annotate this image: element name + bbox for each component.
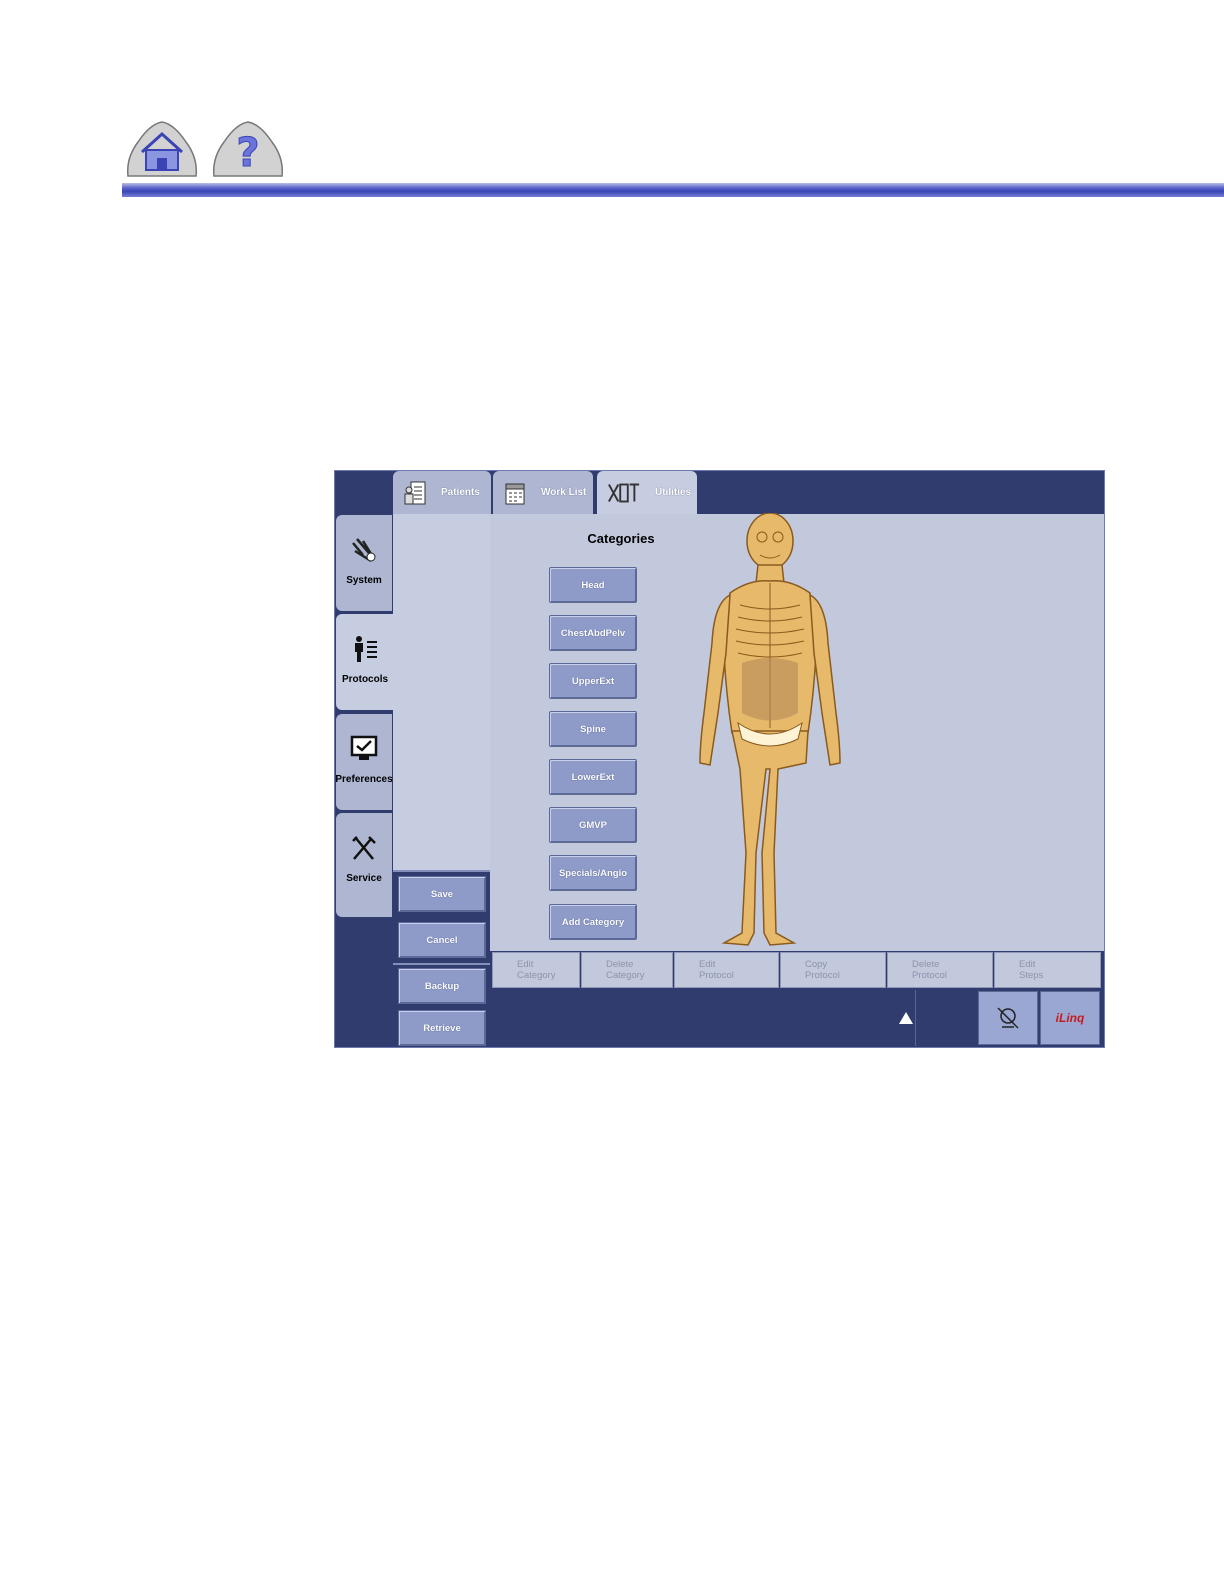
sidebar-item-service[interactable]: Service (336, 813, 392, 917)
category-specials-angio-button[interactable]: Specials/Angio (549, 855, 637, 891)
wrench-screwdriver-icon (352, 836, 376, 860)
status-bar-right (915, 990, 978, 1046)
status-bar (492, 990, 914, 1046)
category-lowerext-button[interactable]: LowerExt (549, 759, 637, 795)
add-category-button[interactable]: Add Category (549, 904, 637, 940)
sidebar-item-protocols[interactable]: Protocols (336, 614, 394, 710)
categories-title: Categories (587, 531, 655, 546)
app-window: Patients Work List Utilities System Prot… (334, 470, 1105, 1048)
svg-text:?: ? (236, 130, 259, 176)
edit-steps-button[interactable]: Edit Steps (994, 952, 1101, 988)
copy-protocol-button[interactable]: Copy Protocol (780, 952, 886, 988)
edit-category-button[interactable]: Edit Category (492, 952, 580, 988)
save-button[interactable]: Save (398, 876, 486, 912)
divider (393, 870, 490, 872)
iling-logo: iLinq (1055, 1011, 1085, 1025)
protocol-person-icon (355, 636, 377, 662)
header-rule (122, 183, 1224, 197)
category-head-button[interactable]: Head (549, 567, 637, 603)
iling-button[interactable]: iLinq (1040, 991, 1100, 1045)
category-gmvp-button[interactable]: GMVP (549, 807, 637, 843)
tools-icon (608, 483, 640, 502)
divider (393, 963, 490, 965)
protocol-list-panel[interactable] (393, 514, 490, 870)
system-tools-icon (352, 538, 376, 563)
patient-chart-icon (404, 481, 426, 504)
no-radiation-icon (997, 1007, 1019, 1029)
category-spine-button[interactable]: Spine (549, 711, 637, 747)
anatomy-body-image[interactable] (690, 513, 850, 949)
monitor-check-icon (350, 735, 378, 760)
edit-protocol-button[interactable]: Edit Protocol (674, 952, 779, 988)
delete-protocol-button[interactable]: Delete Protocol (887, 952, 993, 988)
sidebar-item-label: Preferences (335, 774, 393, 785)
tab-work-list[interactable]: Work List (493, 471, 593, 514)
sidebar-item-label: System (346, 575, 382, 586)
delete-category-button[interactable]: Delete Category (581, 952, 673, 988)
retrieve-button[interactable]: Retrieve (398, 1010, 486, 1046)
home-icon (126, 121, 198, 177)
sidebar-item-preferences[interactable]: Preferences (335, 714, 393, 810)
category-upperext-button[interactable]: UpperExt (549, 663, 637, 699)
tab-label: Work List (541, 487, 587, 498)
home-button[interactable] (124, 118, 200, 180)
tab-label: Patients (441, 487, 480, 498)
backup-button[interactable]: Backup (398, 968, 486, 1004)
calendar-icon (505, 483, 525, 504)
category-chestabdpelv-button[interactable]: ChestAbdPelv (549, 615, 637, 651)
sidebar-item-label: Service (346, 873, 382, 884)
question-mark-icon: ? (212, 121, 284, 177)
sidebar-item-system[interactable]: System (336, 515, 392, 611)
tab-patients[interactable]: Patients (393, 471, 491, 514)
cancel-button[interactable]: Cancel (398, 922, 486, 958)
help-button[interactable]: ? (210, 118, 286, 180)
tab-utilities[interactable]: Utilities (597, 471, 697, 514)
tab-label: Utilities (655, 487, 692, 498)
up-arrow-icon[interactable] (899, 1012, 913, 1024)
sidebar-item-label: Protocols (341, 674, 389, 685)
no-radiation-button[interactable] (978, 991, 1038, 1045)
